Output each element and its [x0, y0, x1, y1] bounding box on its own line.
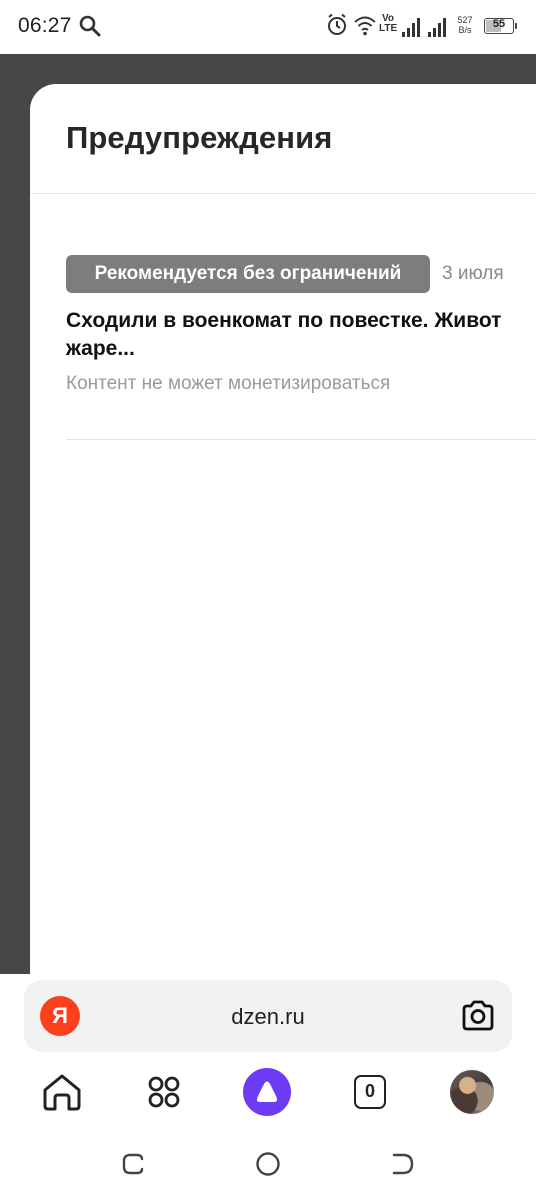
- home-nav-icon[interactable]: [254, 1150, 282, 1178]
- divider: [30, 193, 536, 194]
- volte-icon: Vo LTE: [379, 13, 398, 34]
- network-speed-value: 527: [457, 15, 473, 25]
- article-title-line2: жаре...: [66, 337, 135, 360]
- status-time: 06:27: [18, 14, 72, 37]
- url-text[interactable]: dzen.ru: [24, 1004, 512, 1030]
- tabs-icon: 0: [354, 1075, 386, 1109]
- android-navigation-bar: [0, 1140, 536, 1190]
- network-speed-unit: B/s: [458, 25, 472, 35]
- signal-icon: [402, 16, 452, 43]
- tabs-button[interactable]: 0: [342, 1064, 398, 1120]
- monetization-note: Контент не может монетизироваться: [66, 373, 391, 394]
- recent-apps-icon[interactable]: [120, 1150, 148, 1178]
- search-icon: [78, 14, 102, 38]
- avatar: [450, 1070, 494, 1114]
- home-button[interactable]: [34, 1064, 90, 1120]
- alarm-icon: [326, 12, 348, 43]
- alice-button[interactable]: [239, 1064, 295, 1120]
- status-bar: 06:27 Vo LTE 527 B/s 55: [0, 0, 536, 54]
- warnings-sheet: Предупреждения Рекомендуется без огранич…: [30, 84, 536, 974]
- browser-nav-bar: 0: [0, 1064, 536, 1120]
- network-speed: 527 B/s: [454, 15, 476, 35]
- browser-bottom-panel: Я dzen.ru 0: [0, 974, 536, 1200]
- article-title[interactable]: Сходили в военкомат по повестке. Живот ж…: [66, 307, 536, 363]
- sheet-title: Предупреждения: [66, 120, 333, 155]
- services-button[interactable]: [136, 1064, 192, 1120]
- recommendation-badge: Рекомендуется без ограничений: [66, 255, 430, 293]
- url-bar[interactable]: Я dzen.ru: [24, 980, 512, 1052]
- warning-date: 3 июля: [442, 263, 504, 284]
- battery-percent: 55: [492, 18, 506, 30]
- divider: [66, 439, 536, 440]
- profile-button[interactable]: [444, 1064, 500, 1120]
- status-icons: Vo LTE 527 B/s 55: [326, 12, 518, 42]
- back-icon[interactable]: [388, 1150, 416, 1178]
- wifi-icon: [353, 12, 377, 43]
- battery-icon: 55: [484, 18, 517, 34]
- camera-icon[interactable]: [458, 996, 498, 1036]
- article-title-line1: Сходили в военкомат по повестке. Живот: [66, 309, 502, 332]
